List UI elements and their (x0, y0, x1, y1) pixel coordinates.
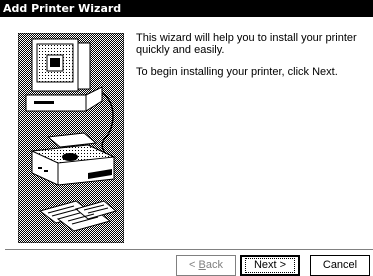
computer-and-printer-icon (18, 33, 124, 243)
back-button-prefix: < (189, 259, 199, 271)
wizard-body: This wizard will help you to install you… (0, 17, 373, 276)
button-separator (5, 249, 373, 251)
intro-text: This wizard will help you to install you… (136, 32, 357, 56)
title-bar[interactable]: Add Printer Wizard (0, 0, 373, 17)
wizard-instructions: This wizard will help you to install you… (136, 32, 364, 88)
window-title: Add Printer Wizard (3, 2, 122, 15)
add-printer-wizard-window: Add Printer Wizard This wizard will help… (0, 0, 373, 276)
back-button[interactable]: < Back (176, 255, 236, 276)
cancel-button[interactable]: Cancel (310, 255, 370, 276)
back-button-mnemonic: B (198, 259, 206, 271)
back-button-rest: ack (205, 259, 223, 271)
next-button[interactable]: Next > (240, 255, 300, 276)
next-button-label: Next > (244, 258, 296, 273)
next-instruction-text: To begin installing your printer, click … (136, 66, 338, 78)
cancel-button-label: Cancel (322, 259, 358, 271)
